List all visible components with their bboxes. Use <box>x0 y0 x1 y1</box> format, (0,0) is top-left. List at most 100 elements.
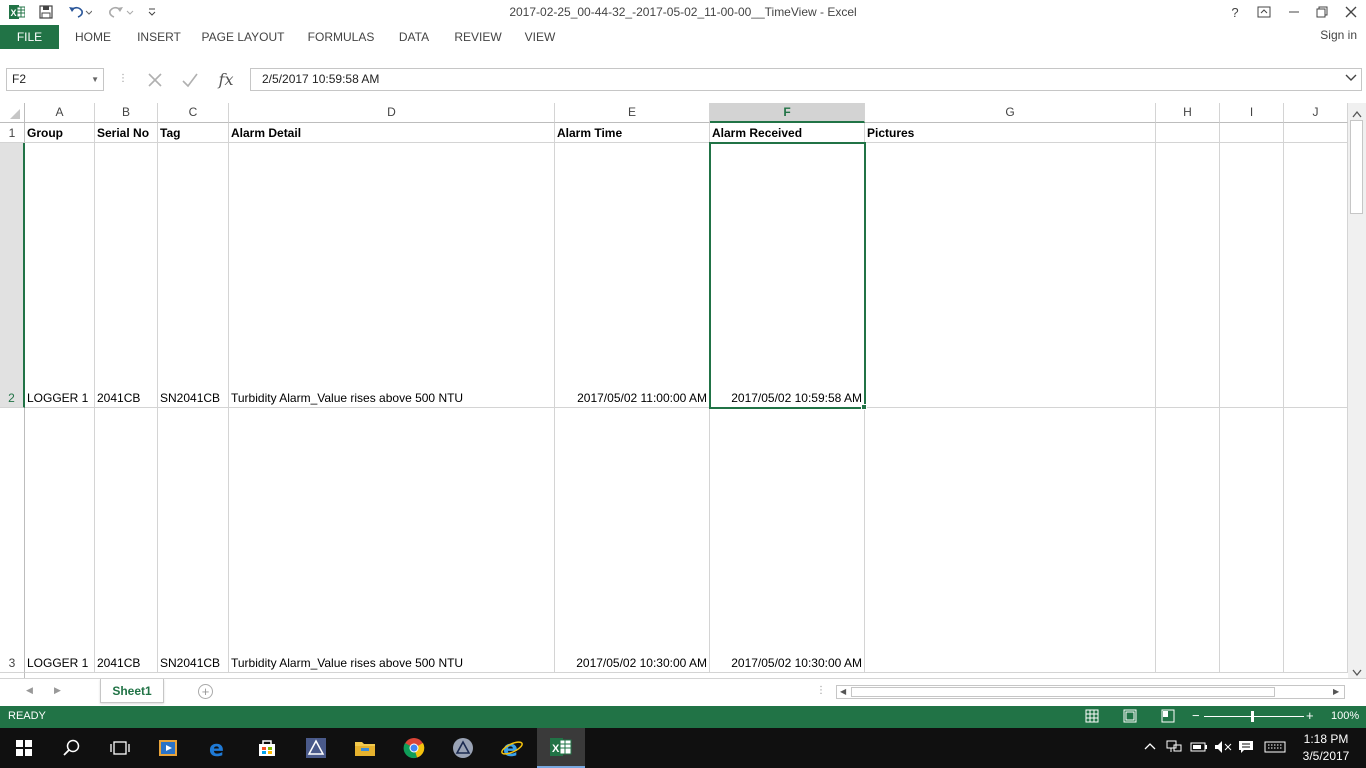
page-layout-view-icon[interactable] <box>1123 709 1137 726</box>
formula-input[interactable]: 2/5/2017 10:59:58 AM <box>250 68 1362 91</box>
column-header-a[interactable]: A <box>25 103 95 123</box>
cell-d1[interactable]: Alarm Detail <box>229 123 555 143</box>
action-center-icon[interactable] <box>1238 740 1254 757</box>
cell-j3[interactable] <box>1284 408 1348 673</box>
cell-e1[interactable]: Alarm Time <box>555 123 710 143</box>
volume-muted-icon[interactable] <box>1214 740 1232 757</box>
clock-date[interactable]: 3/5/2017 <box>1296 749 1356 763</box>
cell-h1[interactable] <box>1156 123 1220 143</box>
column-header-f[interactable]: F <box>710 103 865 123</box>
page-break-view-icon[interactable] <box>1161 709 1175 726</box>
zoom-slider-handle[interactable] <box>1251 711 1254 722</box>
scroll-left-icon[interactable]: ◀ <box>840 687 846 696</box>
help-button[interactable]: ? <box>1220 2 1250 22</box>
sheet-scroll-left-icon[interactable]: ◀ <box>26 685 33 696</box>
tab-view[interactable]: VIEW <box>518 25 562 49</box>
media-player-icon[interactable] <box>144 728 192 768</box>
cell-i2[interactable] <box>1220 143 1284 408</box>
tab-page-layout[interactable]: PAGE LAYOUT <box>198 25 288 49</box>
close-icon[interactable] <box>1336 2 1366 22</box>
keyboard-icon[interactable] <box>1264 740 1286 757</box>
tab-split-grip-icon[interactable]: ⋮ <box>816 685 826 696</box>
cell-d2[interactable]: Turbidity Alarm_Value rises above 500 NT… <box>229 143 555 408</box>
ribbon-display-options-icon[interactable] <box>1249 2 1279 22</box>
cell-f1[interactable]: Alarm Received <box>710 123 865 143</box>
cell-j1[interactable] <box>1284 123 1348 143</box>
cell-e2[interactable]: 2017/05/02 11:00:00 AM <box>555 143 710 408</box>
sheet-tab-sheet1[interactable]: Sheet1 <box>100 679 164 703</box>
zoom-level[interactable]: 100% <box>1331 710 1359 722</box>
store-icon[interactable] <box>243 728 291 768</box>
column-header-h[interactable]: H <box>1156 103 1220 123</box>
cell-e3[interactable]: 2017/05/02 10:30:00 AM <box>555 408 710 673</box>
chrome-icon[interactable] <box>390 728 438 768</box>
restore-icon[interactable] <box>1307 2 1337 22</box>
scroll-right-icon[interactable]: ▶ <box>1333 687 1339 696</box>
search-icon[interactable] <box>48 728 96 768</box>
internet-explorer-icon[interactable]: e <box>488 728 536 768</box>
vertical-scroll-thumb[interactable] <box>1350 120 1363 214</box>
start-icon[interactable] <box>0 728 48 768</box>
fill-handle[interactable] <box>861 404 867 410</box>
cell-i1[interactable] <box>1220 123 1284 143</box>
minimize-icon[interactable] <box>1279 2 1309 22</box>
column-header-j[interactable]: J <box>1284 103 1348 123</box>
cell-c2[interactable]: SN2041CB <box>158 143 229 408</box>
column-header-i[interactable]: I <box>1220 103 1284 123</box>
column-header-g[interactable]: G <box>865 103 1156 123</box>
sheet-scroll-right-icon[interactable]: ▶ <box>54 685 61 696</box>
new-sheet-icon[interactable]: + <box>198 684 213 699</box>
enter-entry-icon[interactable] <box>171 72 209 88</box>
tab-data[interactable]: DATA <box>392 25 436 49</box>
row-header-1[interactable]: 1 <box>0 123 25 143</box>
cell-b3[interactable]: 2041CB <box>95 408 158 673</box>
zoom-slider-track[interactable] <box>1204 716 1304 717</box>
excel-taskbar-icon[interactable]: X <box>537 728 585 768</box>
clock-time[interactable]: 1:18 PM <box>1296 732 1356 746</box>
horizontal-scroll-thumb[interactable] <box>851 687 1275 697</box>
cell-a1[interactable]: Group <box>25 123 95 143</box>
cell-h2[interactable] <box>1156 143 1220 408</box>
cell-b2[interactable]: 2041CB <box>95 143 158 408</box>
cancel-entry-icon[interactable] <box>139 72 171 88</box>
zoom-out-icon[interactable]: − <box>1192 708 1200 723</box>
column-header-c[interactable]: C <box>158 103 229 123</box>
task-view-icon[interactable] <box>96 728 144 768</box>
name-box[interactable]: F2 ▼ <box>6 68 104 91</box>
cell-f2[interactable]: 2017/05/02 10:59:58 AM <box>710 143 865 408</box>
select-all-corner[interactable] <box>0 103 25 123</box>
file-explorer-icon[interactable] <box>341 728 389 768</box>
cell-j2[interactable] <box>1284 143 1348 408</box>
cell-g1[interactable]: Pictures <box>865 123 1156 143</box>
insert-function-icon[interactable]: fx <box>209 70 243 89</box>
app-logo-icon[interactable] <box>292 728 340 768</box>
scroll-up-icon[interactable] <box>1352 107 1362 121</box>
sign-in-link[interactable]: Sign in <box>1320 28 1357 42</box>
column-header-b[interactable]: B <box>95 103 158 123</box>
zoom-in-icon[interactable]: + <box>1306 708 1314 723</box>
tab-home[interactable]: HOME <box>67 25 119 49</box>
tab-formulas[interactable]: FORMULAS <box>302 25 380 49</box>
cell-i3[interactable] <box>1220 408 1284 673</box>
cell-g3[interactable] <box>865 408 1156 673</box>
tab-insert[interactable]: INSERT <box>132 25 186 49</box>
cell-d3[interactable]: Turbidity Alarm_Value rises above 500 NT… <box>229 408 555 673</box>
cell-f3[interactable]: 2017/05/02 10:30:00 AM <box>710 408 865 673</box>
normal-view-icon[interactable] <box>1085 709 1099 726</box>
cell-a2[interactable]: LOGGER 1 <box>25 143 95 408</box>
network-icon[interactable] <box>1166 740 1182 757</box>
cell-c3[interactable]: SN2041CB <box>158 408 229 673</box>
cell-h3[interactable] <box>1156 408 1220 673</box>
expand-formula-bar-icon[interactable] <box>1345 69 1357 90</box>
worksheet-grid[interactable]: A B C D E F G H I J 1 2 3 Group Serial N… <box>0 103 1348 678</box>
tab-review[interactable]: REVIEW <box>450 25 506 49</box>
row-header-3[interactable]: 3 <box>0 408 25 673</box>
chevron-down-icon[interactable]: ▼ <box>91 69 99 90</box>
edge-browser-icon[interactable]: e <box>194 728 242 768</box>
cell-a3[interactable]: LOGGER 1 <box>25 408 95 673</box>
row-header-2[interactable]: 2 <box>0 143 25 408</box>
pinned-app-icon[interactable] <box>439 728 487 768</box>
column-header-d[interactable]: D <box>229 103 555 123</box>
vertical-scrollbar[interactable] <box>1348 103 1366 678</box>
cell-c1[interactable]: Tag <box>158 123 229 143</box>
